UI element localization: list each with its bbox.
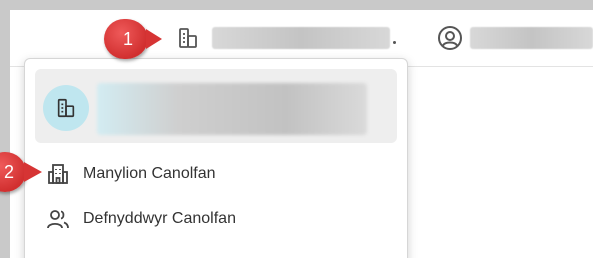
menu-item-label: Manylion Canolfan xyxy=(83,165,216,182)
menu-item-centre-users[interactable]: Defnyddwyr Canolfan xyxy=(45,202,236,236)
building-icon xyxy=(43,85,89,131)
building-icon[interactable] xyxy=(176,26,200,50)
header-org-name-redacted xyxy=(97,83,367,135)
org-name-redacted[interactable] xyxy=(212,27,390,49)
separator-dot xyxy=(393,41,396,44)
menu-item-label: Defnyddwyr Canolfan xyxy=(83,210,236,227)
user-circle-icon[interactable] xyxy=(437,25,463,51)
screenshot: Manylion Canolfan Defnyddwyr Canolfan 1 … xyxy=(0,0,593,258)
org-dropdown-menu: Manylion Canolfan Defnyddwyr Canolfan xyxy=(24,58,408,258)
dropdown-header xyxy=(35,69,397,143)
user-name-redacted[interactable] xyxy=(470,27,593,49)
menu-item-centre-details[interactable]: Manylion Canolfan xyxy=(45,157,216,191)
users-icon xyxy=(45,206,71,232)
office-building-icon xyxy=(45,161,71,187)
callout-number: 2 xyxy=(3,161,14,182)
callout-number: 1 xyxy=(122,28,133,49)
callout-marker-1: 1 xyxy=(104,19,162,59)
